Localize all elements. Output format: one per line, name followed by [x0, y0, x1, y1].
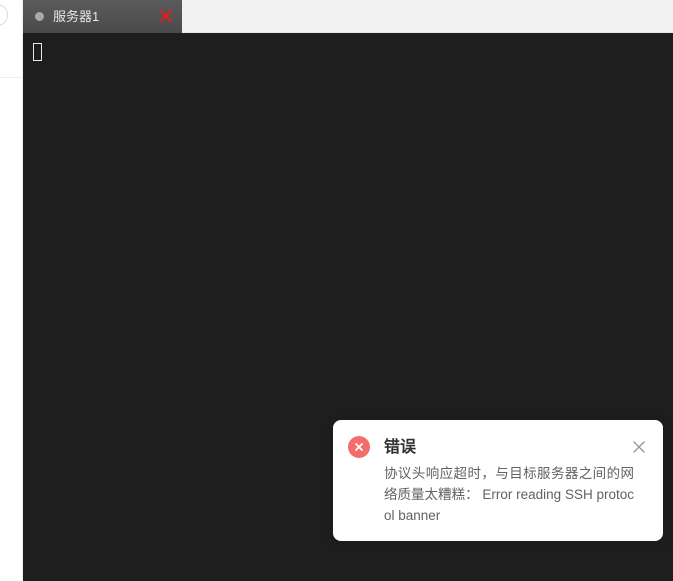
status-dot-icon	[35, 12, 44, 21]
side-round-button[interactable]	[0, 4, 8, 26]
notification-title: 错误	[384, 439, 417, 456]
tab-bar: 服务器1	[23, 0, 673, 33]
error-notification: 错误 协议头响应超时，与目标服务器之间的网络质量太糟糕： Error readi…	[333, 420, 663, 541]
tab-close-icon[interactable]	[158, 8, 174, 24]
notification-message: 协议头响应超时，与目标服务器之间的网络质量太糟糕： Error reading …	[384, 466, 634, 523]
left-panel-edge	[0, 0, 23, 581]
error-circle-icon	[348, 436, 370, 458]
tab-label: 服务器1	[53, 9, 100, 24]
terminal-cursor	[33, 43, 42, 61]
side-divider	[0, 77, 23, 78]
tab-server-1[interactable]: 服务器1	[23, 0, 182, 33]
close-icon[interactable]	[632, 440, 646, 454]
app-window: 服务器1 错误 协议头响应超时，与目标服务器之间的网络质量太糟糕： Error …	[0, 0, 673, 581]
